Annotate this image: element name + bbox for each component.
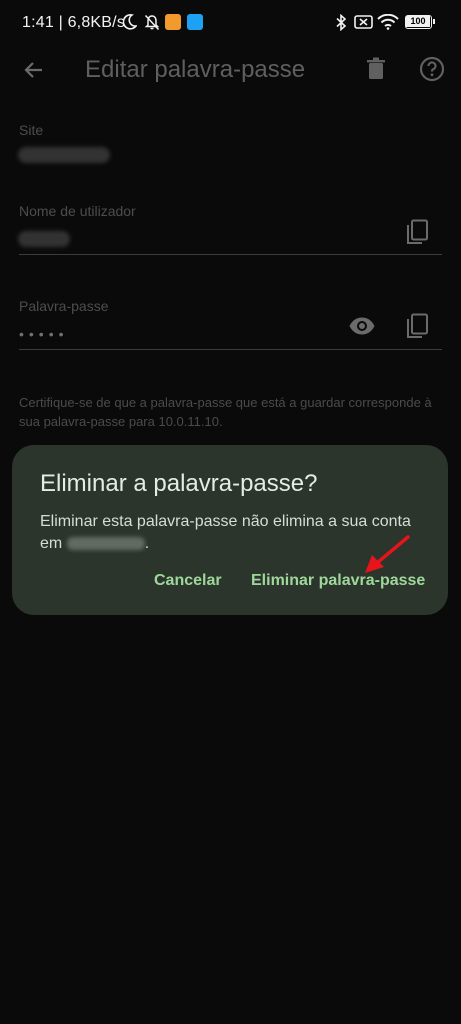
app-notification-icon bbox=[165, 14, 181, 30]
no-sim-icon bbox=[354, 15, 373, 29]
page-title: Editar palavra-passe bbox=[85, 56, 306, 83]
copy-password-icon[interactable] bbox=[405, 313, 429, 339]
help-circle-icon[interactable] bbox=[419, 56, 445, 82]
username-label: Nome de utilizador bbox=[19, 203, 136, 219]
twitter-notification-icon bbox=[187, 14, 203, 30]
username-value-redacted[interactable] bbox=[18, 231, 70, 247]
site-label: Site bbox=[19, 122, 44, 138]
annotation-arrow-icon bbox=[365, 535, 410, 573]
back-arrow-icon[interactable] bbox=[22, 58, 46, 82]
password-label: Palavra-passe bbox=[19, 298, 109, 314]
notifications-off-icon bbox=[144, 14, 160, 31]
copy-username-icon[interactable] bbox=[405, 219, 429, 245]
battery-level: 100 bbox=[406, 16, 430, 27]
username-underline bbox=[19, 254, 442, 255]
dialog-title: Eliminar a palavra-passe? bbox=[40, 470, 318, 497]
site-name-redacted bbox=[66, 537, 145, 551]
password-value-masked[interactable]: ••••• bbox=[19, 326, 69, 342]
password-underline bbox=[19, 349, 442, 350]
site-value-redacted bbox=[18, 147, 110, 163]
battery-icon: 100 bbox=[405, 15, 432, 29]
bluetooth-icon bbox=[336, 14, 347, 31]
delete-password-dialog: Eliminar a palavra-passe? Eliminar esta … bbox=[12, 445, 448, 615]
moon-icon bbox=[123, 14, 137, 30]
screen: 1:41 | 6,8KB/s 100 Editar palavra-passe … bbox=[0, 0, 461, 1024]
show-password-eye-icon[interactable] bbox=[348, 316, 376, 336]
app-bar: Editar palavra-passe bbox=[0, 46, 461, 94]
password-hint: Certifique-se de que a palavra-passe que… bbox=[19, 395, 432, 429]
status-bar: 1:41 | 6,8KB/s 100 bbox=[0, 0, 461, 46]
status-time-speed: 1:41 | 6,8KB/s bbox=[22, 14, 126, 31]
cancel-button[interactable]: Cancelar bbox=[154, 572, 222, 590]
battery-tip bbox=[433, 19, 435, 24]
dialog-message-period: . bbox=[144, 535, 150, 552]
trash-icon[interactable] bbox=[365, 57, 387, 81]
wifi-icon bbox=[377, 14, 399, 30]
